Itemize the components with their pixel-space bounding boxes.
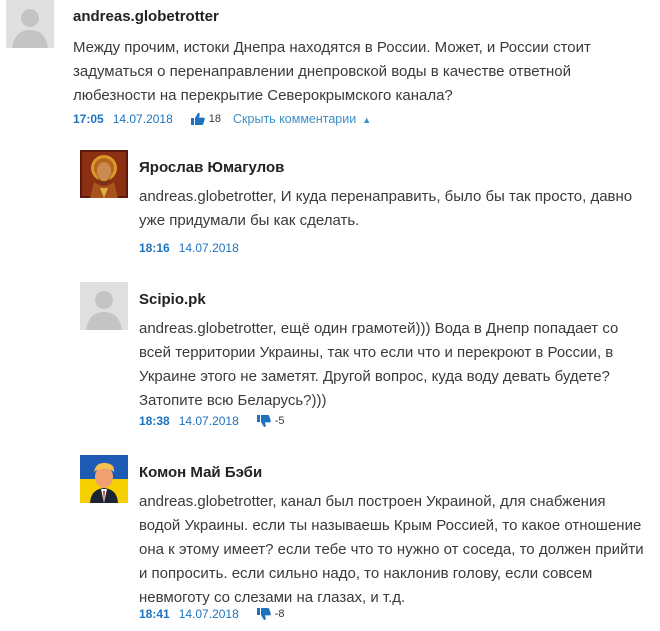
hide-comments-link[interactable]: Скрыть комментарии ▲ bbox=[233, 112, 371, 126]
reply-comment: Ярослав Юмагулов andreas.globetrotter, И… bbox=[80, 150, 650, 260]
caret-up-icon: ▲ bbox=[362, 115, 372, 125]
comment-author[interactable]: Ярослав Юмагулов bbox=[139, 159, 284, 176]
user-silhouette-icon bbox=[6, 0, 54, 48]
comment-time[interactable]: 18:16 bbox=[139, 241, 170, 255]
avatar[interactable] bbox=[80, 150, 128, 198]
comment-author[interactable]: andreas.globetrotter bbox=[73, 8, 219, 25]
user-silhouette-icon bbox=[80, 282, 128, 330]
flag-portrait-image bbox=[80, 455, 128, 503]
hide-comments-label: Скрыть комментарии bbox=[233, 112, 357, 126]
thumbs-down-icon bbox=[256, 608, 271, 620]
comment-date[interactable]: 14.07.2018 bbox=[179, 414, 239, 428]
vote-count: -5 bbox=[274, 415, 285, 427]
thumbs-up-icon bbox=[190, 113, 205, 125]
comment-time[interactable]: 17:05 bbox=[73, 112, 104, 126]
comment-date[interactable]: 14.07.2018 bbox=[179, 241, 239, 255]
comment-author[interactable]: Комон Май Бэби bbox=[139, 464, 262, 481]
comment-meta: 18:16 14.07.2018 bbox=[139, 241, 239, 255]
comment-meta: 18:38 14.07.2018 -5 bbox=[139, 414, 285, 428]
comment-text: Между прочим, истоки Днепра находятся в … bbox=[73, 39, 591, 104]
comment-meta: 18:41 14.07.2018 -8 bbox=[139, 607, 285, 621]
avatar[interactable] bbox=[6, 0, 54, 48]
icon-portrait-image bbox=[80, 150, 128, 198]
vote-count: -8 bbox=[274, 608, 285, 620]
reply-comment: Комон Май Бэби andreas.globetrotter, кан… bbox=[80, 455, 650, 625]
vote-counter[interactable]: -8 bbox=[256, 608, 285, 620]
thumbs-down-icon bbox=[256, 415, 271, 427]
avatar[interactable] bbox=[80, 455, 128, 503]
vote-count: 18 bbox=[208, 113, 222, 125]
comment-author[interactable]: Scipio.pk bbox=[139, 291, 206, 308]
vote-counter[interactable]: -5 bbox=[256, 415, 285, 427]
comment-time[interactable]: 18:41 bbox=[139, 607, 170, 621]
comment-meta: 17:05 14.07.2018 18 Скрыть комментарии ▲ bbox=[73, 112, 371, 126]
comment-time[interactable]: 18:38 bbox=[139, 414, 170, 428]
comment-text: andreas.globetrotter, И куда перенаправи… bbox=[139, 188, 633, 229]
vote-counter[interactable]: 18 bbox=[190, 113, 222, 125]
comment-text: andreas.globetrotter, ещё один грамотей)… bbox=[139, 320, 619, 409]
comment-date[interactable]: 14.07.2018 bbox=[113, 112, 173, 126]
reply-comment: Scipio.pk andreas.globetrotter, ещё один… bbox=[80, 282, 650, 432]
avatar[interactable] bbox=[80, 282, 128, 330]
comment-date[interactable]: 14.07.2018 bbox=[179, 607, 239, 621]
comment: andreas.globetrotter Между прочим, исток… bbox=[6, 0, 656, 140]
comment-text: andreas.globetrotter, канал был построен… bbox=[139, 493, 644, 606]
